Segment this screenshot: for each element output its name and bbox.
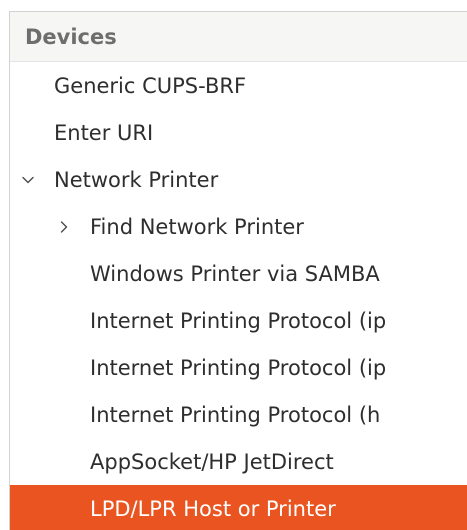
tree-item-lpd-lpr-host[interactable]: LPD/LPR Host or Printer xyxy=(10,485,467,530)
tree-item-appsocket-jetdirect[interactable]: AppSocket/HP JetDirect xyxy=(10,438,467,485)
tree-item-generic-cups-brf[interactable]: Generic CUPS-BRF xyxy=(10,62,467,109)
chevron-down-icon[interactable] xyxy=(19,171,37,189)
tree-item-ipp-2[interactable]: Internet Printing Protocol (ip xyxy=(10,344,467,391)
column-header-label: Devices xyxy=(25,24,117,49)
tree-item-label: Internet Printing Protocol (ip xyxy=(90,308,387,333)
column-header-devices[interactable]: Devices xyxy=(10,12,467,62)
devices-panel: Devices Generic CUPS-BRF Enter URI Netwo… xyxy=(9,11,467,530)
chevron-right-icon[interactable] xyxy=(55,218,73,236)
tree-item-label: Generic CUPS-BRF xyxy=(54,73,247,98)
tree-item-ipp-3[interactable]: Internet Printing Protocol (h xyxy=(10,391,467,438)
tree-item-windows-printer-samba[interactable]: Windows Printer via SAMBA xyxy=(10,250,467,297)
tree-item-label: Windows Printer via SAMBA xyxy=(90,261,380,286)
tree-item-label: Internet Printing Protocol (ip xyxy=(90,355,387,380)
device-tree: Generic CUPS-BRF Enter URI Network Print… xyxy=(10,62,467,530)
tree-item-label: AppSocket/HP JetDirect xyxy=(90,449,334,474)
tree-item-find-network-printer[interactable]: Find Network Printer xyxy=(10,203,467,250)
tree-item-enter-uri[interactable]: Enter URI xyxy=(10,109,467,156)
tree-item-label: Find Network Printer xyxy=(90,214,304,239)
tree-item-label: Internet Printing Protocol (h xyxy=(90,402,381,427)
tree-item-label: LPD/LPR Host or Printer xyxy=(90,496,336,521)
tree-item-network-printer[interactable]: Network Printer xyxy=(10,156,467,203)
tree-item-ipp-1[interactable]: Internet Printing Protocol (ip xyxy=(10,297,467,344)
tree-item-label: Enter URI xyxy=(54,120,154,145)
tree-item-label: Network Printer xyxy=(54,167,219,192)
